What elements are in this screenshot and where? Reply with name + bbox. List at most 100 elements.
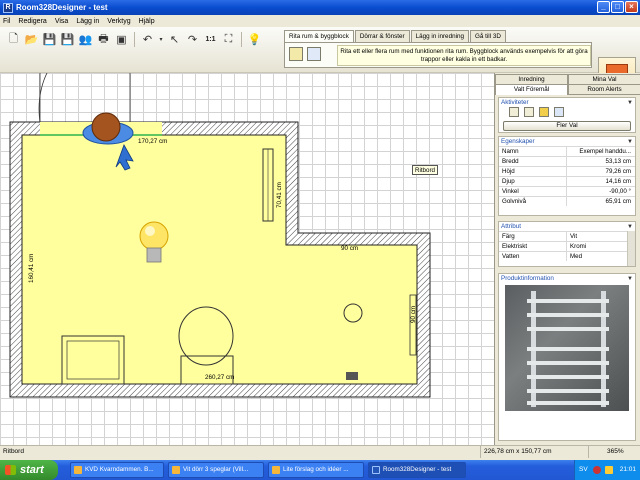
attribute-row[interactable]: Färg Vit bbox=[499, 231, 635, 241]
tab-selected-item[interactable]: Valt Föremål bbox=[495, 84, 568, 95]
users-icon[interactable]: 👥 bbox=[78, 32, 93, 47]
menu-tools[interactable]: Verktyg bbox=[107, 18, 130, 25]
menu-edit[interactable]: Redigera bbox=[18, 18, 46, 25]
dimension-notch-width: 90 cm bbox=[341, 245, 359, 252]
building-block-icon[interactable] bbox=[307, 47, 321, 61]
fit-view-icon[interactable]: ⛶ bbox=[221, 32, 236, 47]
collapse-icon[interactable]: ▼ bbox=[627, 99, 633, 108]
scale-one-to-one-button[interactable]: 1:1 bbox=[203, 32, 218, 47]
minimize-button[interactable]: _ bbox=[597, 1, 610, 13]
property-value[interactable]: 53,13 cm bbox=[567, 157, 635, 166]
window-title: Room328Designer - test bbox=[16, 3, 108, 12]
app-icon bbox=[372, 466, 380, 474]
attribute-value[interactable]: Med bbox=[567, 252, 635, 261]
browser-icon bbox=[74, 466, 82, 474]
floor-plan bbox=[9, 73, 431, 398]
tab-go-3d[interactable]: Gå till 3D bbox=[469, 30, 506, 42]
new-file-icon[interactable]: 🗋 bbox=[6, 32, 21, 47]
toolbar-separator bbox=[241, 32, 242, 47]
room-floor[interactable] bbox=[21, 134, 418, 385]
taskbar-item[interactable]: Lite förslag och idéer ... bbox=[268, 462, 364, 478]
attribute-row[interactable]: Elektriskt Kromi bbox=[499, 241, 635, 251]
taskbar-item[interactable]: Vit dörr 3 speglar (Vill... bbox=[168, 462, 264, 478]
ribbon-info-text: Rita ett eller flera rum med funktionen … bbox=[337, 45, 591, 66]
browser-icon bbox=[272, 466, 280, 474]
taskbar-item[interactable]: KVD Kvarndammen. B... bbox=[70, 462, 164, 478]
lightbulb-icon[interactable]: 💡 bbox=[247, 32, 262, 47]
tab-insert-furniture[interactable]: Lägg in inredning bbox=[410, 30, 469, 42]
drawing-canvas[interactable]: 170,27 cm 260,27 cm 160,41 cm 70,41 cm 9… bbox=[0, 73, 494, 445]
attributes-scrollbar[interactable] bbox=[627, 231, 635, 266]
title-bar: R Room328Designer - test _ □ × bbox=[0, 0, 640, 15]
attribute-key: Färg bbox=[499, 232, 567, 241]
redo-icon[interactable]: ↷ bbox=[185, 32, 200, 47]
save-icon[interactable]: 💾 bbox=[42, 32, 57, 47]
sink-tap[interactable] bbox=[346, 372, 358, 380]
tab-draw-room[interactable]: Rita rum & byggblock bbox=[284, 30, 354, 42]
property-value[interactable]: 14,16 cm bbox=[567, 177, 635, 186]
property-value[interactable]: 65,91 cm bbox=[567, 197, 635, 206]
tray-speaker-icon[interactable] bbox=[605, 466, 613, 474]
undo-icon[interactable]: ↶ bbox=[140, 32, 155, 47]
collapse-icon[interactable]: ▼ bbox=[627, 138, 633, 147]
pencil-draw-icon[interactable] bbox=[289, 47, 303, 61]
actions-section: Aktiviteter ▼ Fler Val bbox=[498, 97, 636, 133]
export-icon[interactable]: ▣ bbox=[114, 32, 129, 47]
menu-help[interactable]: Hjälp bbox=[139, 18, 155, 25]
attribute-value[interactable]: Kromi bbox=[567, 242, 635, 251]
property-row[interactable]: Namn Exempel handdu... bbox=[499, 146, 635, 156]
status-bar: Ritbord 226,78 cm x 150,77 cm 365% bbox=[0, 445, 640, 458]
start-label: start bbox=[20, 464, 44, 476]
attributes-title-text: Attribut bbox=[501, 223, 521, 230]
tab-doors-windows[interactable]: Dörrar & fönster bbox=[354, 30, 410, 42]
property-key: Bredd bbox=[499, 157, 567, 166]
taskbar-item-label: Room328Designer - test bbox=[383, 466, 452, 473]
save-as-icon[interactable]: 💾 bbox=[60, 32, 75, 47]
menu-view[interactable]: Visa bbox=[55, 18, 69, 25]
product-info-title-text: Produktinformation bbox=[501, 275, 554, 282]
menu-insert[interactable]: Lägg in bbox=[76, 18, 99, 25]
close-button[interactable]: × bbox=[625, 1, 638, 13]
dimension-left-height: 160,41 cm bbox=[28, 253, 35, 283]
taskbar-item[interactable]: Room328Designer - test bbox=[368, 462, 466, 478]
product-info-title: Produktinformation ▼ bbox=[499, 274, 635, 283]
property-value[interactable]: -90,00 ° bbox=[567, 187, 635, 196]
canvas-tooltip: Ritbord bbox=[412, 165, 438, 175]
actions-title: Aktiviteter ▼ bbox=[499, 98, 635, 107]
tab-room-alerts[interactable]: Room Alerts bbox=[568, 84, 640, 95]
language-indicator[interactable]: SV bbox=[579, 460, 588, 480]
menu-file[interactable]: Fil bbox=[3, 18, 10, 25]
attributes-section: Attribut ▼ Färg Vit Elektriskt Kromi Vatte… bbox=[498, 221, 636, 267]
start-button[interactable]: start bbox=[0, 460, 58, 480]
print-icon[interactable]: 🖶 bbox=[96, 32, 111, 47]
browser-icon bbox=[172, 466, 180, 474]
maximize-button[interactable]: □ bbox=[611, 1, 624, 13]
door-swing-arc bbox=[38, 73, 48, 123]
delete-icon[interactable] bbox=[553, 107, 564, 117]
system-tray: SV 21:01 bbox=[574, 460, 640, 480]
attribute-row[interactable]: Vatten Med bbox=[499, 251, 635, 261]
attribute-value[interactable]: Vit bbox=[567, 232, 635, 241]
property-key: Namn bbox=[499, 147, 567, 156]
dimension-bottom-width: 260,27 cm bbox=[205, 374, 235, 381]
copy-icon[interactable] bbox=[509, 107, 519, 117]
property-row[interactable]: Golvnivå 65,91 cm bbox=[499, 196, 635, 206]
properties-title: Egenskaper ▼ bbox=[499, 137, 635, 146]
property-value[interactable]: Exempel handdu... bbox=[567, 147, 635, 156]
collapse-icon[interactable]: ▼ bbox=[627, 275, 633, 284]
property-row[interactable]: Vinkel -90,00 ° bbox=[499, 186, 635, 196]
lock-icon[interactable] bbox=[538, 107, 549, 117]
tray-alert-icon[interactable] bbox=[593, 466, 601, 474]
property-row[interactable]: Djup 14,16 cm bbox=[499, 176, 635, 186]
property-value[interactable]: 79,26 cm bbox=[567, 167, 635, 176]
open-folder-icon[interactable]: 📂 bbox=[24, 32, 39, 47]
more-options-button[interactable]: Fler Val bbox=[503, 121, 631, 131]
dropdown-arrow-icon[interactable]: ▾ bbox=[158, 32, 164, 47]
cursor-coordinates: 226,78 cm x 150,77 cm bbox=[480, 446, 588, 458]
duplicate-icon[interactable] bbox=[523, 107, 534, 117]
select-pointer-icon[interactable]: ↖ bbox=[167, 32, 182, 47]
property-row[interactable]: Bredd 53,13 cm bbox=[499, 156, 635, 166]
toolbar-separator bbox=[134, 32, 135, 47]
taskbar: start KVD Kvarndammen. B... Vit dörr 3 s… bbox=[0, 460, 640, 480]
property-row[interactable]: Höjd 79,26 cm bbox=[499, 166, 635, 176]
